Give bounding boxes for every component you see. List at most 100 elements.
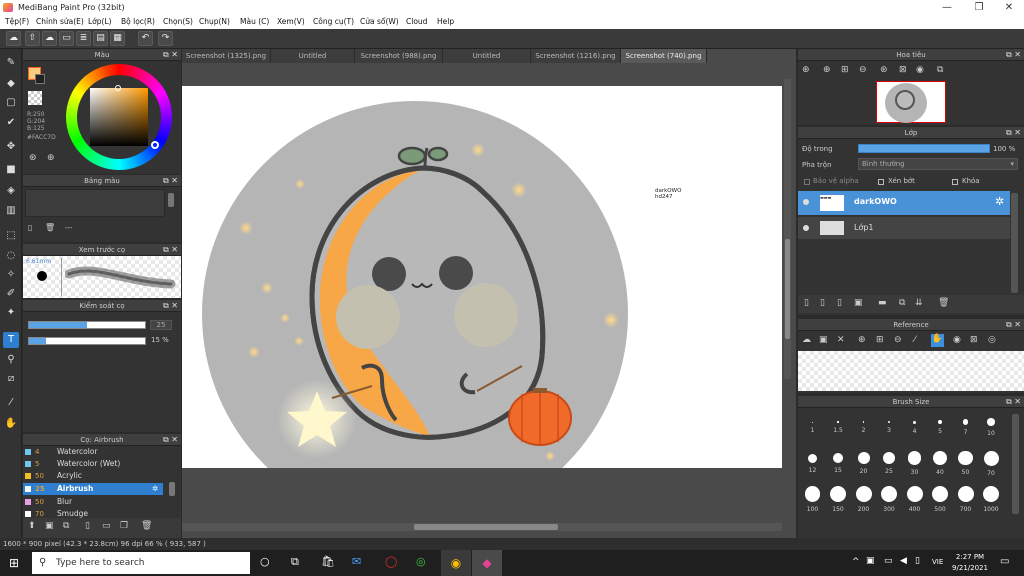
add-layer-menu-icon[interactable]: ▣ [854,298,863,308]
menu-capture[interactable]: Chụp(N) [199,15,230,29]
tab-untitled-2[interactable]: Untitled [443,49,531,63]
menu-filter[interactable]: Bộ lọc(R) [121,15,155,29]
menu-file[interactable]: Tệp(F) [5,15,29,29]
color-mode-icon[interactable]: ⊛ [29,153,37,163]
brush-size-option[interactable]: 200 [851,486,876,520]
duplicate-layer-icon[interactable]: ⧉ [899,298,905,308]
medibang-taskbar-icon[interactable]: ◆ [472,550,502,576]
brush-size-scrollbar[interactable] [1012,414,1019,514]
menu-tools[interactable]: Công cụ(T) [313,15,354,29]
brush-size-option[interactable]: 1000 [979,486,1004,520]
restore-button[interactable]: ❐ [964,0,994,15]
menu-layer[interactable]: Lớp(L) [88,15,112,29]
palette-list[interactable] [25,189,165,217]
brush-folder-icon[interactable]: ▭ [102,521,111,531]
flip-icon[interactable]: ⧉ [937,65,943,75]
panel-close-icon[interactable]: ⧉ ✕ [163,175,178,187]
ref-rotate-icon[interactable]: ◉ [953,335,961,345]
windows-start-icon[interactable]: ⊞ [9,556,19,570]
tab-screenshot-1325[interactable]: Screenshot (1325).png [182,49,271,63]
blend-mode-select[interactable]: Bình thường ▾ [858,158,1018,170]
fit-icon[interactable]: ⊞ [841,65,849,75]
redo-icon[interactable]: ↷ [158,31,173,46]
brush-size-option[interactable]: 1.5 [826,414,851,448]
clock[interactable]: 2:27 PM 9/21/2021 [950,552,990,574]
cloud-save-icon[interactable]: ☁ [42,31,57,46]
document-icon[interactable]: ▤ [93,31,108,46]
panel-close-icon[interactable]: ⧉ ✕ [1006,319,1021,331]
tab-screenshot-1216[interactable]: Screenshot (1216).png [531,49,621,63]
magic-wand-tool-icon[interactable]: ✧ [3,267,19,283]
menu-cloud[interactable]: Cloud [406,15,427,29]
brush-size-option[interactable]: 10 [979,414,1004,448]
copy-brush-icon[interactable]: ⧉ [63,521,69,531]
brush-duplicate-icon[interactable]: ❐ [120,521,128,531]
notification-icon[interactable]: ▭ [1000,556,1009,567]
panel-close-icon[interactable]: ⧉ ✕ [1006,396,1021,408]
brush-opacity-slider[interactable] [28,337,146,345]
folder-icon[interactable]: ▣ [45,521,54,531]
ref-hand-icon[interactable]: ✋ [931,334,944,347]
brush-item-watercolor-wet[interactable]: 5 Watercolor (Wet) [23,458,163,470]
divide-tool-icon[interactable]: ⧄ [3,371,19,387]
select-pen-tool-icon[interactable]: ✐ [3,286,19,302]
ref-zoom-out-icon[interactable]: ⊖ [894,335,902,345]
layer-visibility-icon[interactable] [803,199,809,205]
menu-view[interactable]: Xem(V) [277,15,305,29]
panel-close-icon[interactable]: ⧉ ✕ [163,300,178,312]
cloud-icon[interactable]: ☁ [6,31,21,46]
menu-help[interactable]: Help [437,15,454,29]
brush-size-value[interactable]: 25 [150,320,172,330]
network-icon[interactable]: ▭ [884,556,893,566]
task-view-icon[interactable]: ⧉ [291,555,299,569]
brush-settings-icon[interactable]: ✲ [152,483,158,495]
rotate-icon[interactable]: ⊛ [880,65,888,75]
tray-app-icon[interactable]: ▣ [866,556,875,566]
hue-wheel[interactable] [66,64,172,170]
gradient-tool-icon[interactable]: ▥ [3,203,19,219]
brush-size-option[interactable]: 40 [928,450,953,484]
brush-item-blur[interactable]: 50 Blur [23,496,163,508]
hand-tool-icon[interactable]: ✋ [3,416,19,432]
list-icon[interactable]: ≣ [76,31,91,46]
delete-layer-icon[interactable]: 🗑 [938,298,949,308]
bucket-tool-icon[interactable]: ◈ [3,183,19,199]
zoom-in-2-icon[interactable]: ⊕ [823,65,831,75]
panel-close-icon[interactable]: ⧉ ✕ [163,49,178,61]
layer-visibility-icon[interactable] [803,225,809,231]
reference-canvas[interactable] [798,351,1024,391]
panel-close-icon[interactable]: ⧉ ✕ [1006,49,1021,61]
brush-item-acrylic[interactable]: 50 Acrylic [23,470,163,482]
app-green-icon[interactable]: ◎ [416,555,426,568]
volume-icon[interactable]: ◀ [900,556,907,566]
brush-size-option[interactable]: 100 [800,486,825,520]
minimize-button[interactable]: — [932,0,962,15]
new-halftone-layer-icon[interactable]: ▯ [820,298,825,308]
brush-size-option[interactable]: 12 [800,450,825,484]
menu-color[interactable]: Màu (C) [240,15,269,29]
ref-zoom-in-icon[interactable]: ⊕ [858,335,866,345]
layer-scrollbar[interactable] [1011,193,1018,293]
language-indicator[interactable]: VIE [932,558,943,566]
eraser-tool-icon[interactable]: ◆ [3,76,19,92]
layer-folder-icon[interactable]: ▬ [878,298,887,308]
layer-row-layer1[interactable]: Lớp1 [798,217,1010,239]
brush-size-option[interactable]: 2 [851,414,876,448]
brush-size-option[interactable]: 5 [928,414,953,448]
brush-size-option[interactable]: 700 [953,486,978,520]
color-picker-icon[interactable]: ⊕ [47,153,55,163]
select-tool-icon[interactable]: ⬚ [3,228,19,244]
ref-flip-icon[interactable]: ⊠ [970,335,978,345]
brush-size-option[interactable]: 500 [928,486,953,520]
mail-icon[interactable]: ✉ [352,555,361,568]
add-brush-icon[interactable]: ⬆ [28,521,36,531]
background-color-swatch[interactable] [35,74,45,84]
tab-screenshot-740[interactable]: Screenshot (740).png [621,49,707,63]
new-layer-icon[interactable]: ▯ [804,298,809,308]
reset-view-icon[interactable]: ◉ [916,65,924,75]
new-palette-icon[interactable]: ▯ [28,223,32,232]
undo-icon[interactable]: ↶ [138,31,153,46]
brush-item-airbrush[interactable]: 25 Airbrush ✲ [23,483,163,495]
sv-picker-handle[interactable] [115,85,121,91]
brush-size-option[interactable]: 20 [851,450,876,484]
